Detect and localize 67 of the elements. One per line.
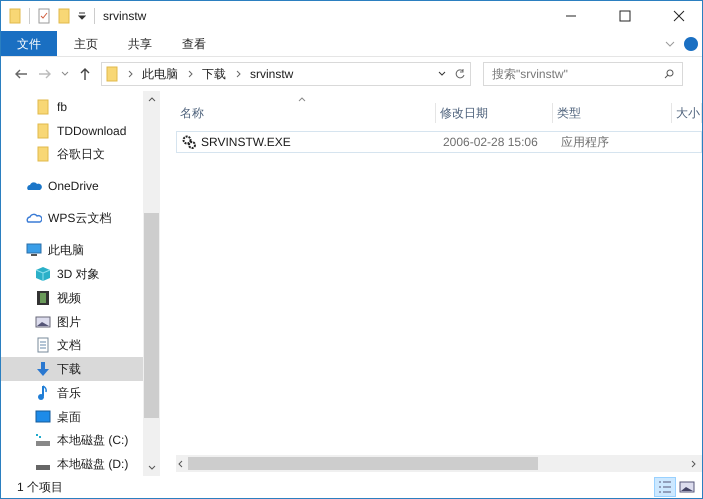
ribbon-tab[interactable]: 查看 bbox=[169, 31, 219, 56]
image-icon bbox=[35, 314, 51, 330]
nav-item[interactable]: 图片 bbox=[1, 310, 143, 334]
nav-item[interactable]: 下载 bbox=[1, 357, 143, 381]
table-cell-text: 2006-02-28 15:06 bbox=[442, 134, 539, 151]
desktop-icon bbox=[35, 408, 51, 425]
close-icon bbox=[673, 10, 685, 22]
down-arrow-icon bbox=[35, 361, 51, 378]
dropdown-icon[interactable] bbox=[78, 10, 86, 22]
chevron-down-icon[interactable] bbox=[438, 70, 446, 78]
nav-item[interactable]: 本地磁盘 (C:) bbox=[1, 428, 143, 452]
nav-item[interactable]: 本地磁盘 (D:) bbox=[1, 452, 143, 476]
column-header[interactable]: 修改日期 bbox=[436, 103, 554, 123]
nav-item[interactable]: WPS云文档 bbox=[1, 206, 143, 230]
search-field[interactable]: 搜索"srvinstw" bbox=[483, 62, 683, 86]
chevron-down-icon[interactable] bbox=[148, 464, 156, 472]
image-icon bbox=[679, 479, 695, 495]
ribbon-tab[interactable]: 主页 bbox=[61, 31, 111, 56]
column-header[interactable]: 大小 bbox=[672, 103, 702, 123]
nav-item[interactable]: 桌面 bbox=[1, 404, 143, 428]
breadcrumb[interactable]: 下载 bbox=[202, 65, 226, 83]
chevron-right-icon bbox=[186, 70, 194, 78]
breadcrumb[interactable]: srvinstw bbox=[250, 65, 294, 83]
drive-icon bbox=[35, 465, 51, 470]
ribbon-tab[interactable]: 共享 bbox=[115, 31, 165, 56]
folder-icon bbox=[106, 66, 118, 82]
chevron-right-icon bbox=[126, 70, 134, 78]
file-row[interactable]: SRVINSTW.EXE 2006-02-28 15:06 应用程序 bbox=[176, 131, 702, 153]
cube-icon bbox=[35, 266, 51, 282]
nav-item[interactable]: 文档 bbox=[1, 334, 143, 358]
drive-icon bbox=[35, 432, 51, 448]
chevron-right-icon bbox=[234, 70, 242, 78]
list-icon bbox=[657, 479, 673, 495]
nav-item[interactable]: OneDrive bbox=[1, 174, 143, 198]
film-icon bbox=[35, 290, 51, 306]
chevron-right-icon[interactable] bbox=[690, 460, 698, 468]
item-count: 1 个项目 bbox=[17, 479, 64, 496]
window-title: srvinstw bbox=[103, 8, 146, 25]
folder-icon bbox=[35, 146, 51, 162]
details-view-button[interactable] bbox=[654, 477, 676, 497]
nav-item[interactable]: 音乐 bbox=[1, 381, 143, 405]
search-icon bbox=[663, 68, 675, 80]
chevron-up-icon[interactable] bbox=[148, 95, 156, 103]
sort-caret-icon bbox=[298, 95, 306, 103]
nav-item[interactable]: fb bbox=[1, 95, 143, 119]
nav-item[interactable]: TDDownload bbox=[1, 118, 143, 142]
maximize-icon bbox=[619, 10, 631, 22]
nav-item[interactable]: 谷歌日文 bbox=[1, 142, 143, 166]
vertical-scrollbar[interactable] bbox=[143, 91, 160, 476]
breadcrumb[interactable]: 此电脑 bbox=[142, 65, 178, 83]
checklist-icon[interactable] bbox=[38, 8, 50, 24]
folder-icon bbox=[35, 98, 51, 115]
column-header[interactable]: 类型 bbox=[553, 103, 672, 123]
document-icon bbox=[35, 337, 51, 354]
refresh-icon[interactable] bbox=[454, 68, 466, 80]
column-header[interactable]: 名称 bbox=[176, 103, 436, 123]
nav-item[interactable]: 此电脑 bbox=[1, 238, 143, 262]
folder-icon bbox=[35, 122, 51, 139]
nav-item[interactable]: 视频 bbox=[1, 286, 143, 310]
table-cell-text: 应用程序 bbox=[560, 134, 610, 151]
chevron-left-icon[interactable] bbox=[176, 460, 184, 468]
gears-icon bbox=[181, 134, 197, 150]
nav-item[interactable]: 3D 对象 bbox=[1, 262, 143, 286]
monitor-icon bbox=[26, 242, 42, 258]
address-bar[interactable]: 此电脑 下载 srvinstw bbox=[101, 62, 471, 86]
file-name: SRVINSTW.EXE bbox=[201, 134, 291, 151]
horizontal-scrollbar[interactable] bbox=[176, 455, 702, 472]
